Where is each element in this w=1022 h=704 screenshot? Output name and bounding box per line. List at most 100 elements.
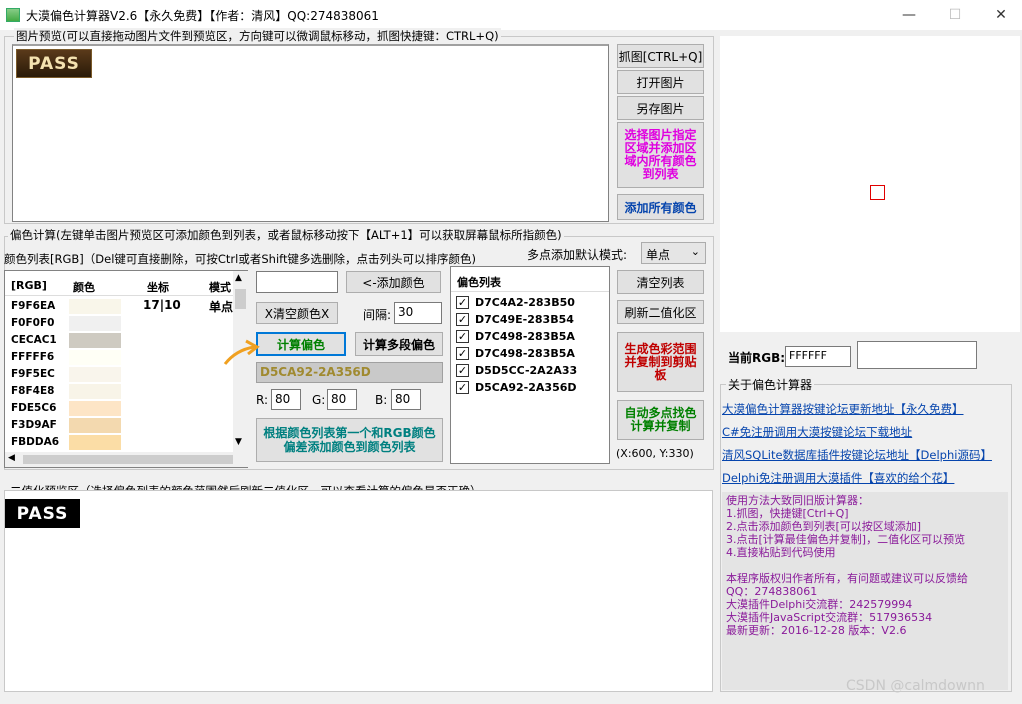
header-divider — [5, 295, 233, 296]
link-sqlite[interactable]: 清风SQLite数据库插件按键论坛地址【Delphi源码】 — [722, 447, 992, 463]
usage-line: 最新更新：2016-12-28 版本：V2.6 — [726, 624, 907, 637]
offset-item[interactable]: ✓ D5D5CC-2A2A33 — [455, 362, 605, 379]
link-csharp[interactable]: C#免注册调用大漠按键论坛下载地址 — [722, 424, 912, 440]
scroll-down-icon[interactable]: ▼ — [235, 437, 242, 447]
offset-item[interactable]: ✓ D7C498-283B5A — [455, 328, 605, 345]
offset-list-header: 偏色列表 — [457, 276, 501, 289]
table-row[interactable]: CECAC1 — [5, 332, 233, 349]
chevron-down-icon: ⌄ — [690, 245, 700, 258]
row-rgb: FBDDA6 — [11, 436, 60, 448]
color-table[interactable]: [RGB] 颜色 坐标 模式 17|10 单点 F9F6EA F0F0F0 CECA… — [4, 270, 248, 468]
minimize-button[interactable]: — — [886, 0, 932, 30]
usage-line: 使用方法大致同旧版计算器： — [726, 494, 869, 507]
row-color-swatch — [69, 384, 121, 399]
offset-value: D5CA92-2A356D — [475, 381, 577, 394]
row-color-swatch — [69, 350, 121, 365]
table-row[interactable]: F9F5EC — [5, 366, 233, 383]
window-title: 大漠偏色计算器V2.6【永久免费】【作者：清风】QQ:274838061 — [26, 9, 379, 23]
table-row[interactable]: F9F6EA — [5, 298, 233, 315]
row-rgb: FDE5C6 — [11, 402, 57, 414]
binary-image: PASS — [5, 499, 80, 528]
usage-line: 大漠插件Delphi交流群：242579994 — [726, 598, 913, 611]
auto-multi-find-button[interactable]: 自动多点找色计算并复制 — [617, 400, 704, 440]
usage-line: 4.直接粘贴到代码使用 — [726, 546, 836, 559]
g-input[interactable]: 80 — [327, 389, 357, 410]
app-icon — [6, 8, 20, 22]
table-row[interactable]: FFFFF6 — [5, 349, 233, 366]
link-delphi[interactable]: Delphi免注册调用大漠插件【喜欢的给个花】 — [722, 470, 954, 486]
link-update[interactable]: 大漠偏色计算器按键论坛更新地址【永久免费】 — [722, 401, 964, 417]
current-rgb-input[interactable]: FFFFFF — [785, 346, 851, 367]
title-bar: 大漠偏色计算器V2.6【永久免费】【作者：清风】QQ:274838061 — ☐… — [0, 0, 1022, 30]
usage-panel: 使用方法大致同旧版计算器： 1.抓图，快捷键[Ctrl+Q] 2.点击添加颜色到列表… — [722, 492, 1008, 690]
offset-item[interactable]: ✓ D7C498-283B5A — [455, 345, 605, 362]
checkbox-checked-icon[interactable]: ✓ — [456, 313, 469, 326]
table-row[interactable]: FBDDA6 — [5, 434, 233, 451]
offset-item[interactable]: ✓ D7C4A2-283B50 — [455, 294, 605, 311]
horizontal-scrollbar[interactable]: ◀ — [5, 452, 248, 467]
open-image-button[interactable]: 打开图片 — [617, 70, 704, 94]
r-input[interactable]: 80 — [271, 389, 301, 410]
multi-mode-select[interactable]: 单点 ⌄ — [641, 242, 706, 264]
offset-item[interactable]: ✓ D5CA92-2A356D — [455, 379, 605, 396]
usage-line: 大漠插件JavaScript交流群：517936534 — [726, 611, 933, 624]
g-label: G: — [312, 393, 326, 407]
offset-value: D7C498-283B5A — [475, 330, 575, 343]
table-row[interactable]: F8F4E8 — [5, 383, 233, 400]
row-color-swatch — [69, 316, 121, 331]
close-button[interactable]: ✕ — [978, 0, 1022, 30]
checkbox-checked-icon[interactable]: ✓ — [456, 347, 469, 360]
color-input[interactable] — [256, 271, 338, 293]
row-color-swatch — [69, 367, 121, 382]
col-header-rgb[interactable]: [RGB] — [11, 279, 47, 292]
col-header-color[interactable]: 颜色 — [73, 279, 95, 295]
watermark: CSDN @calmdownn — [846, 678, 985, 694]
maximize-button[interactable]: ☐ — [932, 0, 978, 30]
select-region-button[interactable]: 选择图片指定区域并添加区域内所有颜色到列表 — [617, 122, 704, 188]
col-header-coord[interactable]: 坐标 — [147, 279, 169, 295]
checkbox-checked-icon[interactable]: ✓ — [456, 330, 469, 343]
add-all-colors-button[interactable]: 添加所有颜色 — [617, 194, 704, 220]
interval-input[interactable]: 30 — [394, 302, 442, 324]
checkbox-checked-icon[interactable]: ✓ — [456, 364, 469, 377]
status-strip — [0, 698, 1022, 704]
checkbox-checked-icon[interactable]: ✓ — [456, 381, 469, 394]
generate-range-button[interactable]: 生成色彩范围并复制到剪贴板 — [617, 332, 704, 392]
table-row[interactable]: FDE5C6 — [5, 400, 233, 417]
row-color-swatch — [69, 333, 121, 348]
scroll-thumb[interactable] — [235, 289, 246, 309]
image-preview-area[interactable]: PASS — [12, 44, 609, 222]
row-rgb: F9F6EA — [11, 300, 56, 312]
row-color-swatch — [69, 418, 121, 433]
add-by-deviation-button[interactable]: 根据颜色列表第一个和RGB颜色偏差添加颜色到颜色列表 — [256, 418, 443, 462]
b-input[interactable]: 80 — [391, 389, 421, 410]
add-color-button[interactable]: <-添加颜色 — [346, 271, 441, 293]
offset-value: D5D5CC-2A2A33 — [475, 364, 578, 377]
calc-label: 偏色计算(左键单击图片预览区可添加颜色到列表，或者鼠标移动按下【ALT+1】可以… — [8, 227, 564, 243]
offset-list[interactable]: 偏色列表 ✓ D7C4A2-283B50 ✓ D7C49E-283B54 ✓ D7C498… — [450, 266, 610, 464]
offset-value: D7C49E-283B54 — [475, 313, 574, 326]
hscroll-thumb[interactable] — [23, 455, 233, 464]
col-header-mode[interactable]: 模式 — [209, 279, 231, 295]
clear-colors-button[interactable]: X清空颜色X — [256, 302, 338, 324]
result-field[interactable]: D5CA92-2A356D — [256, 362, 443, 383]
scroll-left-icon[interactable]: ◀ — [8, 453, 15, 463]
clear-list-button[interactable]: 清空列表 — [617, 270, 704, 294]
refresh-binary-button[interactable]: 刷新二值化区 — [617, 300, 704, 324]
offset-item[interactable]: ✓ D7C49E-283B54 — [455, 311, 605, 328]
row-rgb: F3D9AF — [11, 419, 57, 431]
binary-preview-area: PASS — [4, 490, 713, 692]
calc-multi-offset-button[interactable]: 计算多段偏色 — [355, 332, 443, 356]
calc-offset-button[interactable]: 计算偏色 — [256, 332, 346, 356]
capture-button[interactable]: 抓图[CTRL+Q] — [617, 44, 704, 68]
table-row[interactable]: F3D9AF — [5, 417, 233, 434]
color-list-label: 颜色列表[RGB]（Del键可直接删除，可按Ctrl或者Shift键多选删除，点… — [4, 252, 476, 266]
current-rgb-label: 当前RGB: — [728, 351, 786, 365]
usage-line — [726, 559, 1004, 572]
usage-line: 本程序版权归作者所有，有问题或建议可以反馈给 — [726, 572, 968, 585]
save-image-button[interactable]: 另存图片 — [617, 96, 704, 120]
checkbox-checked-icon[interactable]: ✓ — [456, 296, 469, 309]
scroll-up-icon[interactable]: ▲ — [235, 273, 242, 283]
multi-mode-value: 单点 — [646, 248, 671, 262]
table-row[interactable]: F0F0F0 — [5, 315, 233, 332]
